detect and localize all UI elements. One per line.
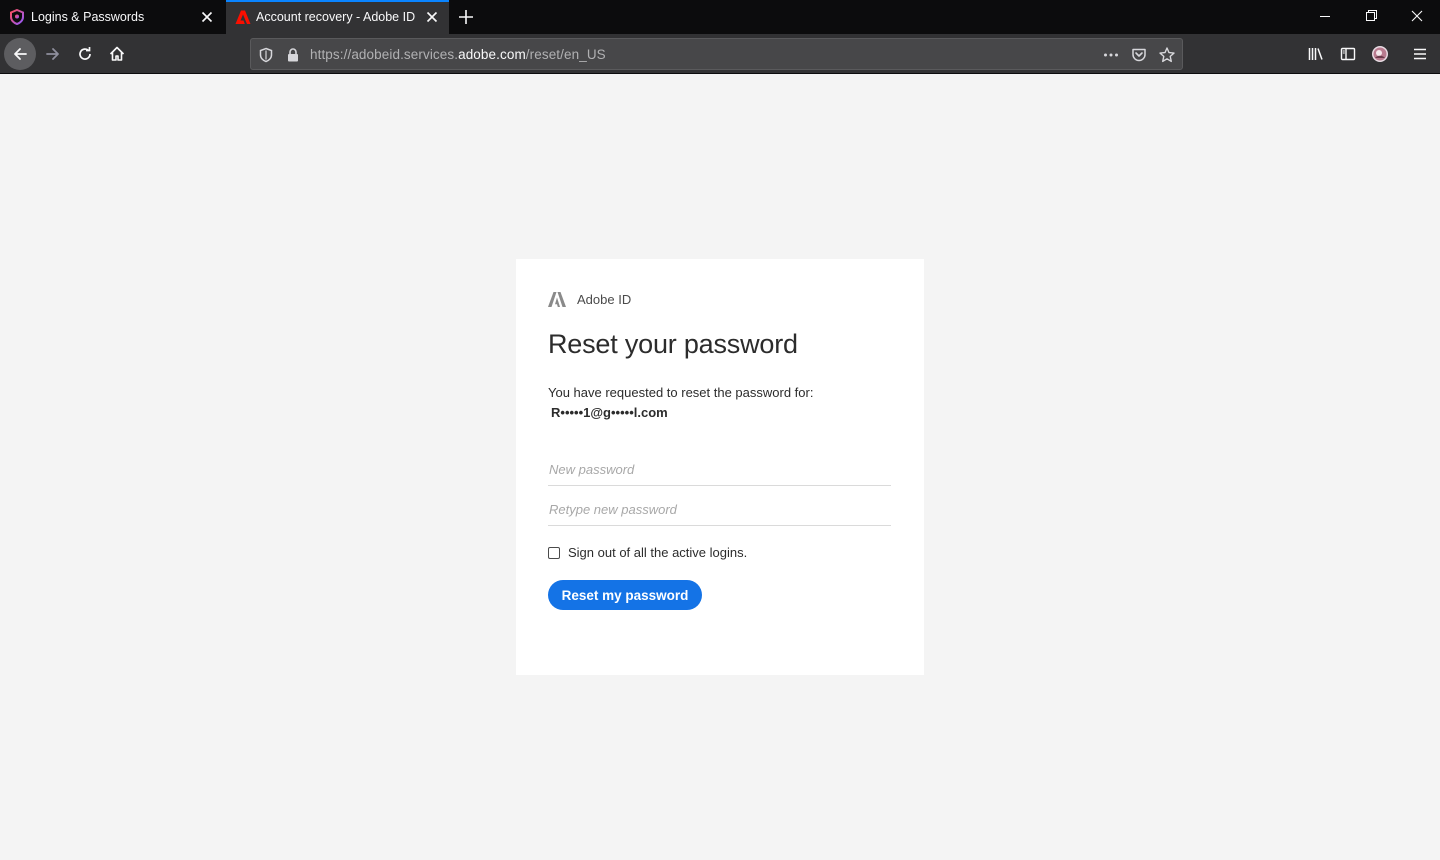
back-button[interactable] xyxy=(4,38,36,70)
adobe-icon xyxy=(235,9,251,25)
brand-label: Adobe ID xyxy=(577,291,632,307)
address-bar[interactable]: https://adobeid.services.adobe.com/reset… xyxy=(250,38,1183,70)
url-domain: adobe.com xyxy=(458,47,526,62)
signout-label[interactable]: Sign out of all the active logins. xyxy=(568,545,747,560)
reset-description: You have requested to reset the password… xyxy=(548,385,814,400)
tab-account-recovery[interactable]: Account recovery - Adobe ID xyxy=(226,0,449,34)
reset-password-card: Adobe ID Reset your password You have re… xyxy=(516,259,924,675)
forward-arrow-icon xyxy=(46,48,59,60)
signout-option[interactable]: Sign out of all the active logins. xyxy=(548,545,747,560)
signout-checkbox[interactable] xyxy=(548,546,560,559)
minimize-button[interactable] xyxy=(1313,6,1337,26)
account-button[interactable] xyxy=(1364,38,1396,70)
tab-title: Account recovery - Adobe ID xyxy=(256,10,416,24)
new-password-field[interactable] xyxy=(548,454,891,486)
new-tab-button[interactable] xyxy=(456,7,476,27)
close-window-button[interactable] xyxy=(1405,6,1429,26)
home-icon xyxy=(109,46,125,61)
tab-bar: Logins & Passwords Account recovery - Ad… xyxy=(0,0,1440,34)
retype-password-field[interactable] xyxy=(548,494,891,526)
lockwise-icon xyxy=(9,8,25,26)
close-icon[interactable] xyxy=(424,9,440,25)
reset-password-button[interactable]: Reset my password xyxy=(548,580,702,610)
sidebar-icon xyxy=(1340,47,1356,61)
adobe-id-brand: Adobe ID xyxy=(548,291,631,307)
page-title: Reset your password xyxy=(548,329,798,359)
reload-icon xyxy=(79,47,91,60)
close-icon[interactable] xyxy=(199,9,215,25)
url-path: /reset/en_US xyxy=(525,47,606,62)
back-arrow-icon xyxy=(14,48,27,60)
menu-button[interactable] xyxy=(1404,38,1436,70)
tab-title: Logins & Passwords xyxy=(31,10,145,24)
tracking-protection-shield-icon[interactable] xyxy=(257,46,275,64)
url-text[interactable]: https://adobeid.services.adobe.com/reset… xyxy=(310,47,606,62)
pocket-icon[interactable] xyxy=(1130,46,1148,64)
reload-button[interactable] xyxy=(69,38,101,70)
hamburger-menu-icon xyxy=(1414,48,1426,60)
page-actions-icon[interactable] xyxy=(1102,46,1120,64)
nav-bar: https://adobeid.services.adobe.com/reset… xyxy=(0,34,1440,74)
adobe-logo-icon xyxy=(548,291,566,307)
home-button[interactable] xyxy=(101,38,133,70)
restore-button[interactable] xyxy=(1359,6,1383,26)
bookmark-star-icon[interactable] xyxy=(1158,46,1176,64)
lock-icon[interactable] xyxy=(284,46,302,64)
tab-logins-passwords[interactable]: Logins & Passwords xyxy=(0,0,224,34)
avatar xyxy=(1372,46,1388,62)
sidebar-button[interactable] xyxy=(1332,38,1364,70)
library-button[interactable] xyxy=(1300,38,1332,70)
url-prefix: https://adobeid.services. xyxy=(310,47,459,62)
library-icon xyxy=(1308,48,1323,60)
masked-email: R•••••1@g•••••l.com xyxy=(551,405,668,420)
forward-button[interactable] xyxy=(37,38,69,70)
